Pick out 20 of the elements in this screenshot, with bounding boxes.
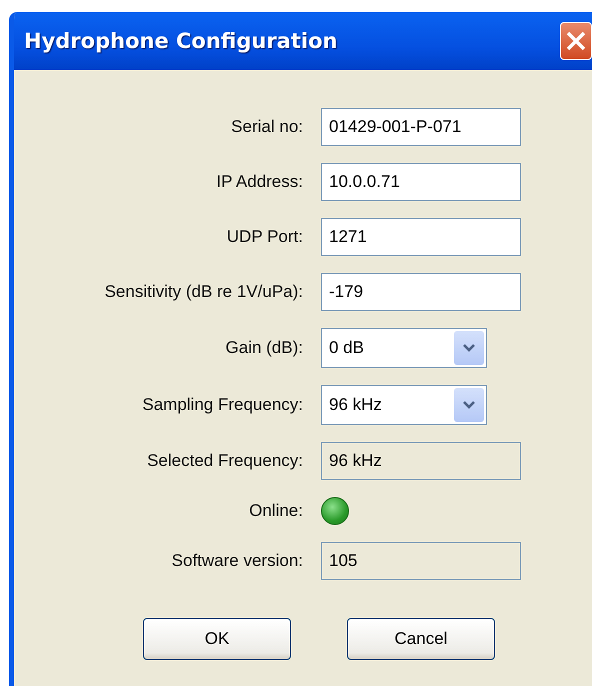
field-label: Sampling Frequency: bbox=[142, 395, 303, 415]
dialog-button[interactable]: Cancel bbox=[347, 618, 495, 660]
dialog-button[interactable]: OK bbox=[143, 618, 291, 660]
text-field[interactable]: 01429-001-P-071 bbox=[321, 108, 521, 146]
field-label: Sensitivity (dB re 1V/uPa): bbox=[104, 282, 303, 302]
read-only-field: 105 bbox=[321, 542, 521, 580]
field-label: Gain (dB): bbox=[226, 338, 303, 358]
field-label: UDP Port: bbox=[226, 227, 303, 247]
dropdown[interactable]: 0 dB bbox=[321, 328, 487, 368]
text-field[interactable]: 1271 bbox=[321, 218, 521, 256]
text-field[interactable]: 10.0.0.71 bbox=[321, 163, 521, 201]
field-label: IP Address: bbox=[216, 172, 303, 192]
text-field[interactable]: -179 bbox=[321, 273, 521, 311]
window-title: Hydrophone Configuration bbox=[24, 29, 338, 53]
field-label: Serial no: bbox=[231, 117, 303, 137]
field-label: Online: bbox=[249, 501, 303, 521]
field-label: Selected Frequency: bbox=[147, 451, 303, 471]
field-label: Software version: bbox=[172, 551, 303, 571]
dropdown[interactable]: 96 kHz bbox=[321, 385, 487, 425]
read-only-field: 96 kHz bbox=[321, 442, 521, 480]
